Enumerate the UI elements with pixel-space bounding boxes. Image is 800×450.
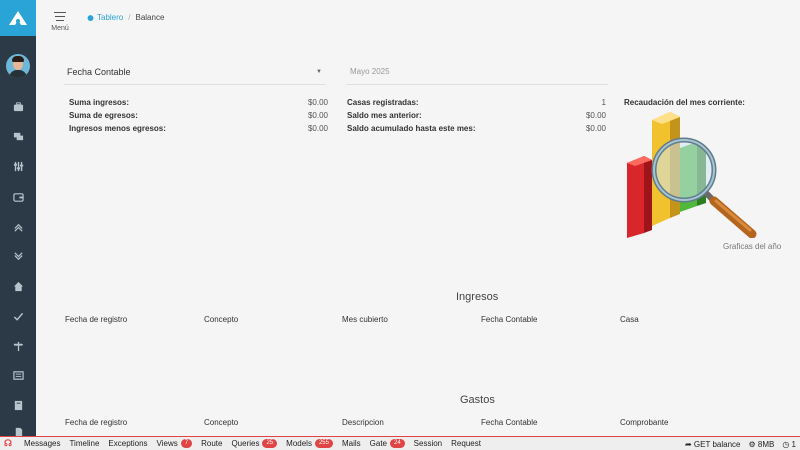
sliders-icon[interactable] [0, 158, 36, 174]
chevrons-down-icon[interactable] [0, 248, 36, 264]
debugbar-tab-exceptions[interactable]: Exceptions [108, 439, 147, 448]
sidebar [0, 0, 36, 437]
suma-egresos-label: Suma de egresos: [69, 111, 138, 120]
debugbar-tab-gate[interactable]: Gate 24 [370, 439, 405, 448]
debugbar: ☊ Messages Timeline Exceptions Views 7 Ro… [0, 436, 800, 450]
briefcase-icon[interactable] [0, 98, 36, 114]
gastos-col-descripcion[interactable]: Descripcion [342, 418, 384, 427]
breadcrumb-separator: / [128, 13, 131, 22]
ingresos-col-fecha-registro[interactable]: Fecha de registro [65, 315, 127, 324]
month-input[interactable]: Mayo 2025 [350, 67, 390, 76]
casas-registradas-value: 1 [601, 98, 606, 107]
suma-ingresos-value: $0.00 [307, 98, 328, 107]
home-icon[interactable] [0, 278, 36, 294]
ingresos-col-fecha-contable[interactable]: Fecha Contable [481, 315, 537, 324]
suma-ingresos-label: Suma ingresos: [69, 98, 130, 107]
debugbar-time: ◷ 1 [782, 439, 796, 449]
newspaper-icon[interactable] [0, 367, 36, 383]
check-icon[interactable] [0, 308, 36, 324]
debugbar-tab-messages[interactable]: Messages [24, 439, 60, 448]
gastos-col-fecha-contable[interactable]: Fecha Contable [481, 418, 537, 427]
dashboard-icon [87, 15, 94, 21]
caret-down-icon[interactable]: ▼ [316, 69, 322, 75]
debugbar-tab-views[interactable]: Views 7 [157, 439, 193, 448]
input-underline [346, 84, 608, 85]
chevrons-up-icon[interactable] [0, 219, 36, 235]
debugbar-right: ➦ GET balance ⚙ 8MB ◷ 1 [685, 437, 796, 450]
debugbar-route[interactable]: ➦ GET balance [685, 440, 740, 449]
signpost-icon[interactable] [0, 338, 36, 354]
graficas-caption[interactable]: Graficas del año [723, 242, 781, 251]
recaudacion-label: Recaudación del mes corriente: [624, 98, 745, 107]
menu-button[interactable]: Menú [50, 12, 70, 32]
gate-badge: 24 [389, 439, 405, 448]
debugbar-logo-icon[interactable]: ☊ [4, 438, 18, 449]
menu-label: Menú [51, 25, 69, 32]
gastos-col-concepto[interactable]: Concepto [204, 418, 238, 427]
views-badge: 7 [180, 439, 193, 448]
debugbar-memory: ⚙ 8MB [748, 439, 775, 449]
debugbar-tab-request[interactable]: Request [451, 439, 481, 448]
share-icon: ➦ [684, 439, 692, 449]
fecha-contable-select[interactable]: Fecha Contable [67, 67, 131, 77]
menu-icon [54, 12, 66, 13]
saldo-mes-anterior-value: $0.00 [585, 111, 606, 120]
logo-icon[interactable] [0, 0, 36, 36]
cogs-icon: ⚙ [748, 439, 756, 449]
saldo-acumulado-value: $0.00 [585, 124, 606, 133]
breadcrumb-current: Balance [135, 13, 165, 22]
suma-egresos-value: $0.00 [307, 111, 328, 120]
breadcrumb-home[interactable]: Tablero [87, 13, 123, 22]
ingresos-title: Ingresos [456, 291, 499, 303]
select-underline [64, 84, 326, 85]
ingresos-col-casa[interactable]: Casa [620, 315, 639, 324]
debugbar-tab-timeline[interactable]: Timeline [69, 439, 99, 448]
wallet-icon[interactable] [0, 189, 36, 205]
gastos-title: Gastos [460, 394, 495, 406]
chat-icon[interactable] [0, 128, 36, 144]
breadcrumb: Tablero / Balance [87, 13, 164, 22]
graficas-illustration[interactable] [622, 108, 762, 238]
models-badge: 255 [314, 439, 333, 448]
avatar[interactable] [6, 54, 30, 78]
book-icon[interactable] [0, 397, 36, 413]
ingresos-col-concepto[interactable]: Concepto [204, 315, 238, 324]
ingresos-col-mes-cubierto[interactable]: Mes cubierto [342, 315, 388, 324]
debugbar-tab-route[interactable]: Route [201, 439, 222, 448]
debugbar-tab-mails[interactable]: Mails [342, 439, 361, 448]
gastos-col-comprobante[interactable]: Comprobante [620, 418, 668, 427]
saldo-mes-anterior-label: Saldo mes anterior: [347, 111, 422, 120]
queries-badge: 25 [262, 439, 278, 448]
debugbar-tab-models[interactable]: Models 255 [286, 439, 333, 448]
ingresos-menos-egresos-label: Ingresos menos egresos: [69, 124, 166, 133]
saldo-acumulado-label: Saldo acumulado hasta este mes: [347, 124, 476, 133]
clock-icon: ◷ [782, 439, 790, 449]
debugbar-tab-session[interactable]: Session [414, 439, 442, 448]
casas-registradas-label: Casas registradas: [347, 98, 419, 107]
gastos-col-fecha-registro[interactable]: Fecha de registro [65, 418, 127, 427]
ingresos-menos-egresos-value: $0.00 [307, 124, 328, 133]
debugbar-tab-queries[interactable]: Queries 25 [231, 439, 278, 448]
